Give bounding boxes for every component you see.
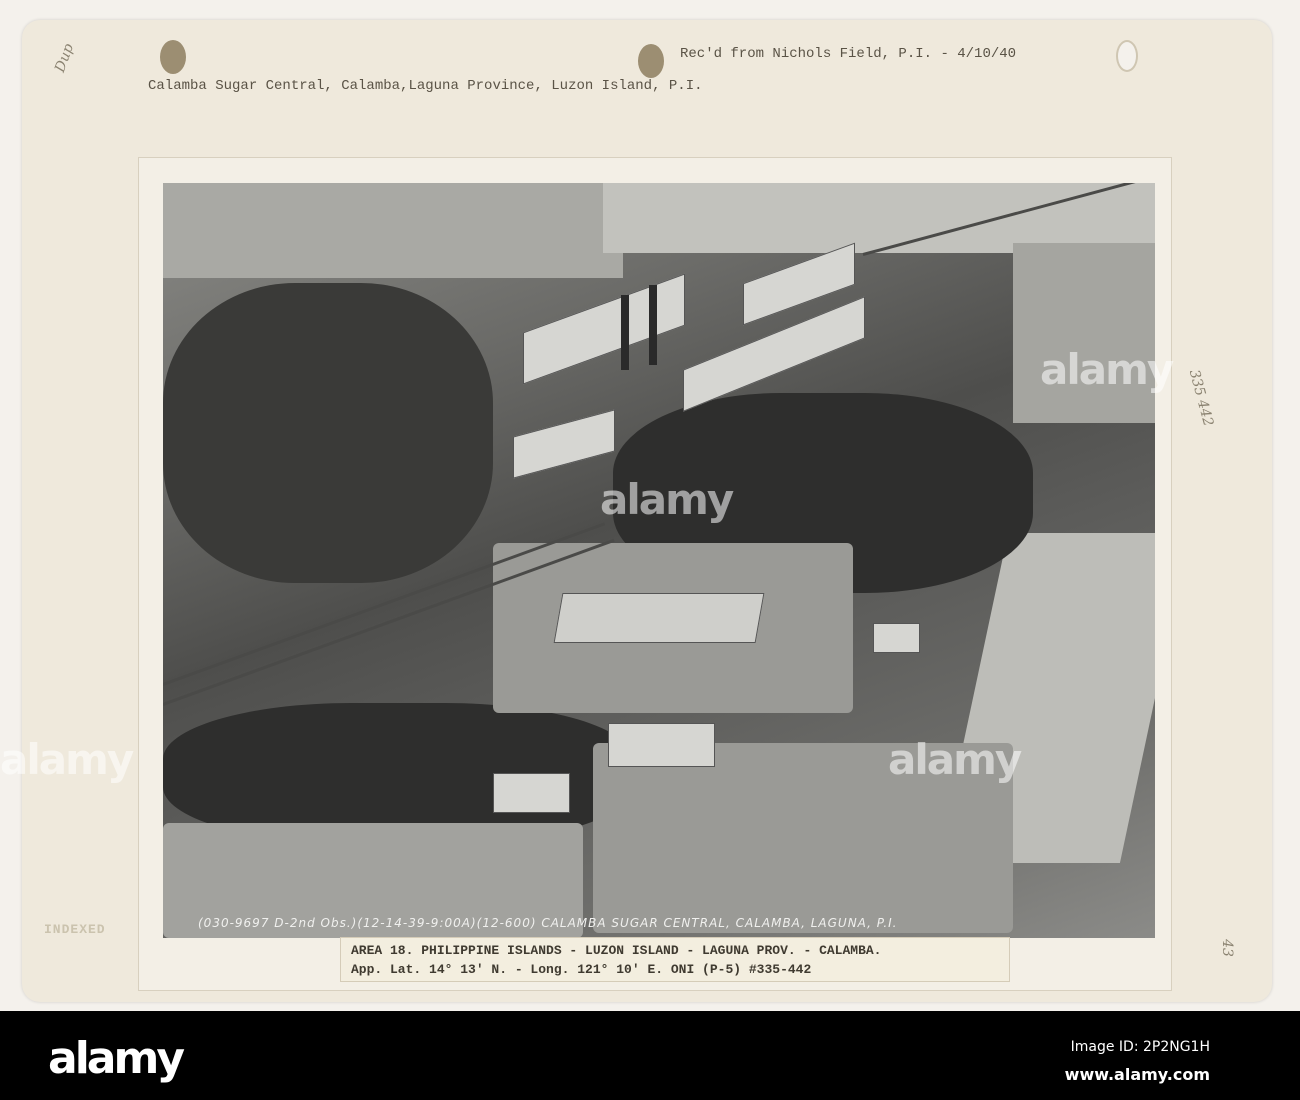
watermark: alamy	[1040, 345, 1174, 394]
label-line-2: App. Lat. 14° 13' N. - Long. 121° 10' E.…	[351, 962, 812, 977]
website-link: www.alamy.com	[1064, 1065, 1210, 1084]
punch-hole	[638, 44, 664, 78]
indexed-stamp: INDEXED	[44, 922, 106, 937]
handwritten-number: 335 442	[1185, 367, 1217, 429]
card-title: Calamba Sugar Central, Calamba,Laguna Pr…	[148, 78, 703, 94]
image-id: Image ID: 2P2NG1H	[1070, 1039, 1210, 1055]
house	[493, 773, 570, 813]
watermark: alamy	[888, 735, 1022, 784]
mill-building	[523, 273, 685, 385]
photo-caption: (030-9697 D-2nd Obs.)(12-14-39-9:00A)(12…	[198, 916, 898, 930]
building	[513, 409, 615, 479]
caption-label: AREA 18. PHILIPPINE ISLANDS - LUZON ISLA…	[340, 937, 1010, 982]
watermark: alamy	[600, 475, 734, 524]
cane-field	[163, 183, 623, 278]
village	[163, 283, 493, 583]
handwritten-page-number: 43	[1218, 939, 1235, 957]
chimney	[649, 285, 657, 365]
handwritten-note: Dup	[52, 41, 78, 75]
received-note: Rec'd from Nichols Field, P.I. - 4/10/40	[680, 46, 1017, 62]
drying-floor	[553, 593, 765, 643]
watermark-banner: alamy Image ID: 2P2NG1H www.alamy.com	[0, 1011, 1300, 1100]
punch-hole	[1116, 40, 1138, 72]
house	[873, 623, 920, 653]
aerial-photograph: (030-9697 D-2nd Obs.)(12-14-39-9:00A)(12…	[163, 183, 1155, 938]
house	[608, 723, 715, 767]
alamy-logo: alamy	[48, 1033, 185, 1084]
cane-field	[1013, 243, 1155, 423]
watermark: alamy	[0, 735, 134, 784]
punch-hole	[160, 40, 186, 74]
chimney	[621, 295, 629, 370]
label-line-1: AREA 18. PHILIPPINE ISLANDS - LUZON ISLA…	[351, 943, 882, 958]
